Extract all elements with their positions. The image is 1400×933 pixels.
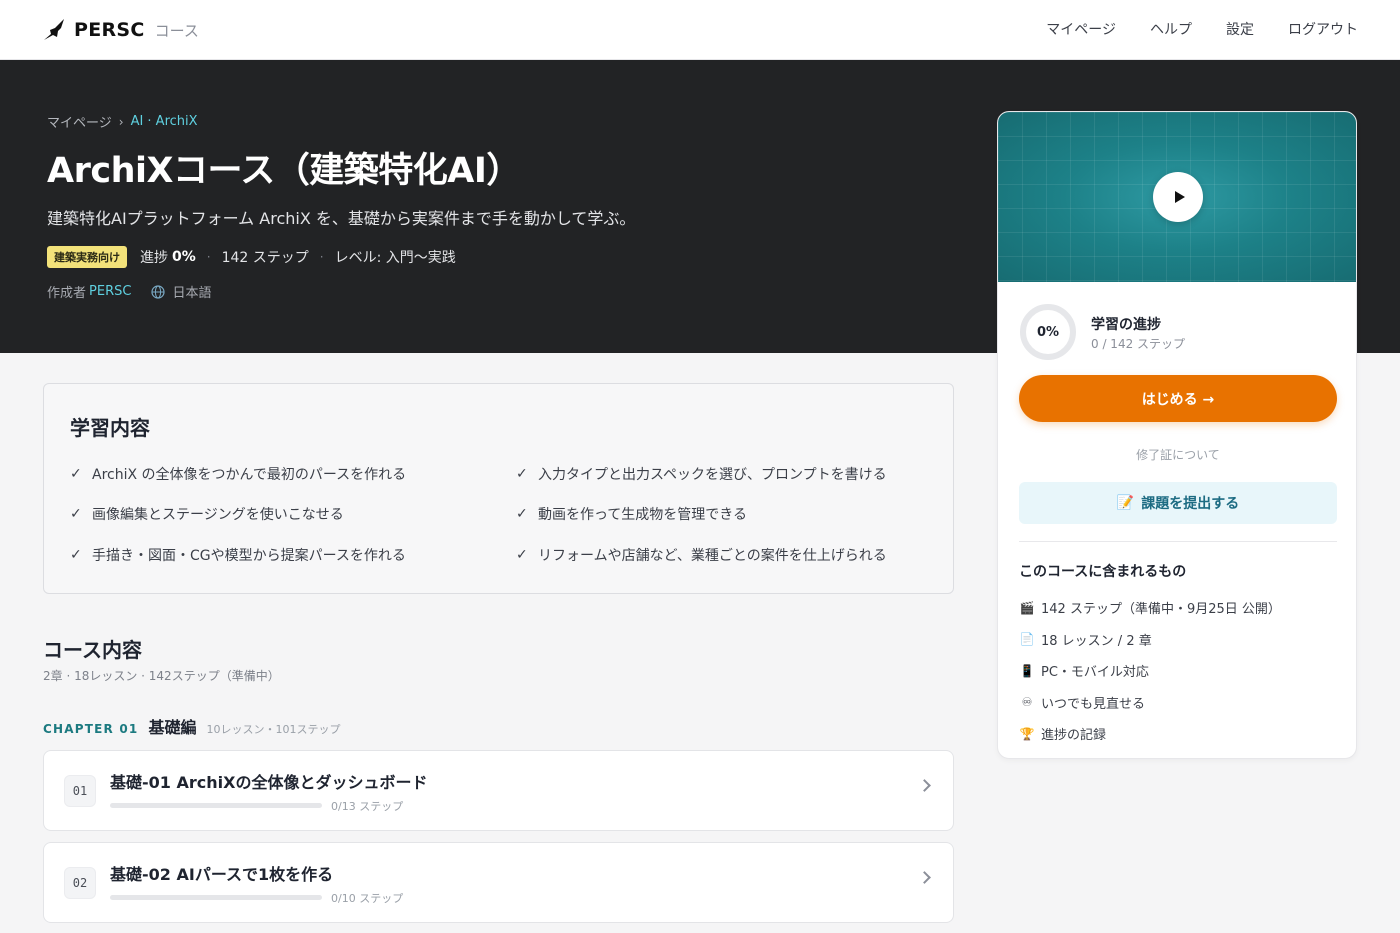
includes-item-text: 142 ステップ（準備中・9月25日 公開）: [1041, 602, 1281, 618]
course-language: 日本語: [172, 286, 212, 301]
lesson-number: 01: [64, 775, 96, 807]
bird-logo-icon: [44, 19, 64, 40]
breadcrumb: マイページ › AI · ArchiX: [47, 112, 198, 131]
learning-item-text: 画像編集とステージングを使いこなせる: [92, 507, 344, 523]
brand[interactable]: PERSC コース: [42, 16, 199, 44]
chapter-meta: 10レッスン・101ステップ: [206, 723, 341, 736]
learning-item-text: ArchiX の全体像をつかんで最初のパースを作れる: [92, 467, 407, 483]
meta-separator: ·: [319, 250, 324, 264]
includes-item-text: いつでも見直せる: [1041, 696, 1146, 712]
lesson-progress-bar: [110, 895, 322, 900]
lesson-row[interactable]: 02 基礎-02 AIパースで1枚を作る 0/10 ステップ: [43, 842, 954, 923]
brand-sub: コース: [154, 21, 199, 40]
nav-logout[interactable]: ログアウト: [1288, 19, 1358, 39]
course-level: レベル: 入門〜実践: [334, 250, 456, 266]
course-description: 建築特化AIプラットフォーム ArchiX を、基礎から実案件まで手を動かして学…: [47, 209, 636, 228]
lesson-number: 02: [64, 867, 96, 899]
breadcrumb-separator: ›: [118, 114, 124, 129]
trophy-icon: 🏆: [1019, 726, 1035, 741]
start-button[interactable]: はじめる →: [1019, 375, 1337, 422]
preview-video[interactable]: [998, 112, 1356, 282]
course-content-title: コース内容: [43, 638, 142, 662]
chapter-header[interactable]: CHAPTER 01 基礎編 10レッスン・101ステップ: [43, 714, 340, 738]
breadcrumb-current[interactable]: AI · ArchiX: [131, 114, 198, 129]
progress-title: 学習の進捗: [1091, 317, 1161, 333]
includes-item: ♾ いつでも見直せる: [1019, 687, 1337, 719]
lesson-steps: 0/13 ステップ: [331, 800, 404, 813]
steps-count: 142 ステップ: [221, 250, 309, 266]
includes-item: 📱 PC・モバイル対応: [1019, 655, 1337, 687]
progress-ring-text: 0%: [1036, 324, 1060, 340]
lesson-steps: 0/10 ステップ: [331, 892, 404, 905]
author-row: 作成者 PERSC 日本語: [47, 282, 211, 301]
learning-item-text: 手描き・図面・CGや模型から提案パースを作れる: [92, 548, 406, 564]
mobile-icon: 📱: [1019, 663, 1035, 678]
meta-separator: ·: [206, 250, 211, 264]
includes-list: 🎬 142 ステップ（準備中・9月25日 公開） 📄 18 レッスン / 2 章…: [1019, 592, 1337, 750]
clapper-icon: 🎬: [1019, 600, 1035, 615]
document-icon: 📄: [1019, 632, 1035, 647]
chevron-right-icon: [918, 871, 931, 884]
check-icon: ✓: [516, 547, 528, 563]
top-nav: PERSC コース マイページ ヘルプ 設定 ログアウト: [0, 0, 1400, 60]
learning-item: ✓ ArchiX の全体像をつかんで最初のパースを作れる: [70, 464, 406, 484]
includes-title: このコースに含まれるもの: [1019, 564, 1187, 580]
learning-item-text: 入力タイプと出力スペックを選び、プロンプトを書ける: [538, 467, 887, 483]
lesson-row[interactable]: 01 基礎-01 ArchiXの全体像とダッシュボード 0/13 ステップ: [43, 750, 954, 831]
learning-outcomes: 学習内容 ✓ ArchiX の全体像をつかんで最初のパースを作れる ✓ 入力タイ…: [43, 383, 954, 594]
course-content-summary: 2章 · 18レッスン · 142ステップ（準備中）: [43, 669, 280, 683]
check-icon: ✓: [70, 466, 82, 482]
globe-icon: [151, 284, 166, 299]
nav-mypage[interactable]: マイページ: [1046, 19, 1116, 39]
includes-item-text: 進捗の記録: [1041, 728, 1107, 744]
lesson-title: 基礎-02 AIパースで1枚を作る: [110, 865, 334, 884]
check-icon: ✓: [516, 466, 528, 482]
brand-name: PERSC: [74, 19, 145, 41]
nav-help[interactable]: ヘルプ: [1150, 19, 1192, 39]
learning-item: ✓ 動画を作って生成物を管理できる: [516, 504, 747, 524]
nav-settings[interactable]: 設定: [1226, 19, 1254, 39]
progress-steps: 0 / 142 ステップ: [1091, 337, 1186, 351]
play-icon: [1174, 191, 1185, 203]
check-icon: ✓: [70, 547, 82, 563]
progress-label: 進捗: [140, 250, 168, 266]
includes-item: 🏆 進捗の記録: [1019, 718, 1337, 750]
learning-item: ✓ リフォームや店舗など、業種ごとの案件を仕上げられる: [516, 545, 887, 565]
author-link[interactable]: PERSC: [89, 284, 131, 299]
includes-item: 🎬 142 ステップ（準備中・9月25日 公開）: [1019, 592, 1337, 624]
chapter-label: CHAPTER 01: [43, 722, 139, 736]
author-label: 作成者: [47, 286, 87, 301]
check-icon: ✓: [70, 506, 82, 522]
learning-item: ✓ 入力タイプと出力スペックを選び、プロンプトを書ける: [516, 464, 887, 484]
learning-item-text: リフォームや店舗など、業種ごとの案件を仕上げられる: [538, 548, 887, 564]
certificate-link[interactable]: 修了証について: [998, 446, 1356, 463]
chapter-name: 基礎編: [148, 718, 197, 737]
includes-item-text: 18 レッスン / 2 章: [1041, 633, 1152, 649]
includes-item: 📄 18 レッスン / 2 章: [1019, 624, 1337, 656]
lesson-progress-bar: [110, 803, 322, 808]
includes-item-text: PC・モバイル対応: [1041, 665, 1149, 681]
lesson-title: 基礎-01 ArchiXの全体像とダッシュボード: [110, 773, 428, 792]
enroll-card: 0% 学習の進捗 0 / 142 ステップ はじめる → 修了証について 📝 課…: [997, 111, 1357, 759]
memo-icon: 📝: [1116, 495, 1135, 511]
infinity-icon: ♾: [1021, 695, 1033, 710]
play-button[interactable]: [1153, 172, 1203, 222]
progress-value: 0%: [172, 249, 196, 265]
check-icon: ✓: [516, 506, 528, 522]
breadcrumb-home[interactable]: マイページ: [47, 112, 112, 131]
page-title: ArchiXコース（建築特化AI）: [47, 151, 521, 191]
divider: [1019, 541, 1337, 542]
learning-title: 学習内容: [70, 416, 150, 440]
submit-assignment-label: 課題を提出する: [1141, 496, 1240, 512]
submit-assignment-button[interactable]: 📝 課題を提出する: [1019, 482, 1337, 524]
audience-badge: 建築実務向け: [47, 246, 127, 268]
course-meta: 建築実務向け 進捗 0% · 142 ステップ · レベル: 入門〜実践: [47, 246, 456, 268]
nav-links: マイページ ヘルプ 設定 ログアウト: [1046, 19, 1358, 39]
learning-item: ✓ 画像編集とステージングを使いこなせる: [70, 504, 344, 524]
chevron-right-icon: [918, 779, 931, 792]
learning-item: ✓ 手描き・図面・CGや模型から提案パースを作れる: [70, 545, 406, 565]
learning-item-text: 動画を作って生成物を管理できる: [538, 507, 748, 523]
